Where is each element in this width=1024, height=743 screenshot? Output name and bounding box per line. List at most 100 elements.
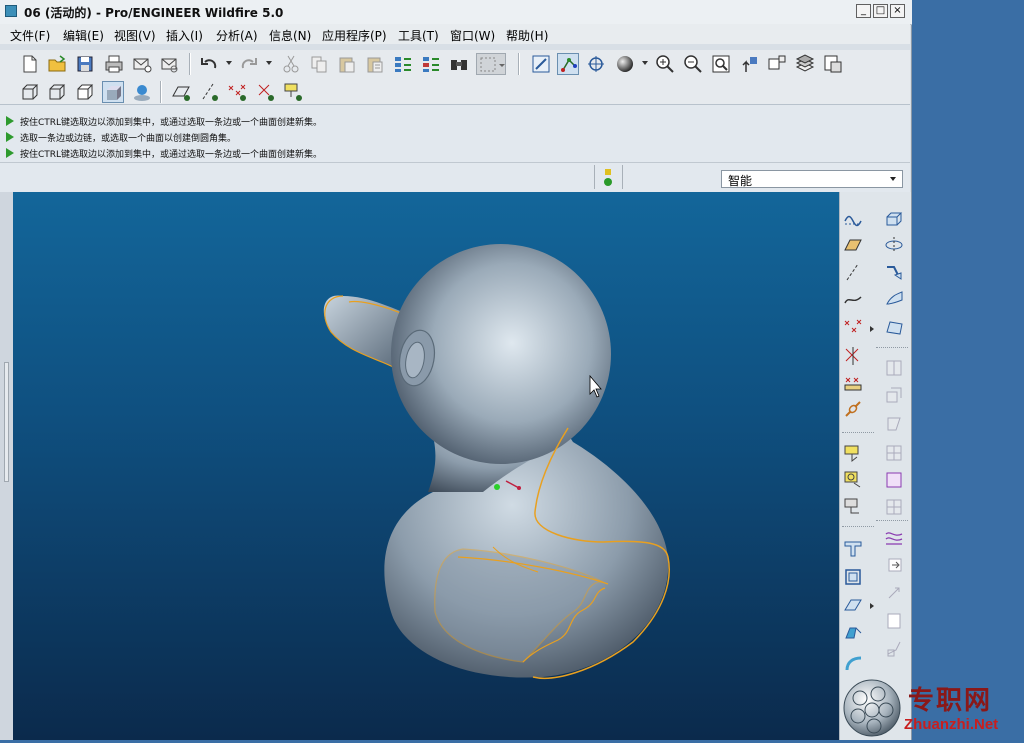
paste-icon[interactable] [336,53,358,75]
appearance-icon[interactable] [131,81,153,103]
repaint-icon[interactable] [530,53,552,75]
chamfer-tool-icon[interactable] [883,496,905,518]
selection-box-icon[interactable] [476,53,506,75]
menu-view[interactable]: 视图(V) [114,27,156,44]
menu-insert[interactable]: 插入(I) [166,27,203,44]
view-manager-icon[interactable] [822,53,844,75]
zoom-out-icon[interactable] [682,53,704,75]
regeneration-status-icon[interactable] [598,167,618,189]
draft-tool-icon[interactable] [883,442,905,464]
menu-analysis[interactable]: 分析(A) [216,27,258,44]
menu-applications[interactable]: 应用程序(P) [322,27,387,44]
shaded-display-icon[interactable] [102,81,124,103]
shading-dropdown-icon[interactable] [642,61,648,65]
menu-window[interactable]: 窗口(W) [450,27,495,44]
revolve-tool-icon[interactable] [883,234,905,256]
datum-plane-tool-icon[interactable] [842,234,864,256]
analysis-feature-icon[interactable] [842,372,864,394]
datum-point-tool-icon[interactable] [842,316,864,338]
swept-blend-tool-icon[interactable] [883,288,905,310]
merge-tool-icon[interactable] [842,538,864,560]
redo-dropdown-icon[interactable] [266,61,272,65]
shading-icon[interactable] [614,53,636,75]
round-tool-icon[interactable] [883,469,905,491]
menu-help[interactable]: 帮助(H) [506,27,548,44]
open-icon[interactable] [46,53,68,75]
extend-tool-icon[interactable] [842,622,864,644]
save-icon[interactable] [74,53,96,75]
datum-csys-tool-icon[interactable] [842,345,864,367]
style-tool-icon[interactable] [883,526,905,548]
sketch-tool-icon[interactable] [842,207,864,229]
thicken-tool-icon[interactable] [883,582,905,604]
layers-icon[interactable] [794,53,816,75]
datum-curve-tool-icon[interactable] [842,288,864,310]
next-arrow-icon[interactable] [883,554,905,576]
solidify-tool-icon[interactable] [883,610,905,632]
status-bar: 智能 [0,162,910,193]
orient-mode-icon[interactable] [585,53,607,75]
undo-dropdown-icon[interactable] [226,61,232,65]
print-icon[interactable] [103,53,125,75]
coordinate-systems-display-icon[interactable] [254,81,276,103]
redo-icon[interactable] [238,53,260,75]
send-mail-icon[interactable] [131,53,153,75]
send-link-icon[interactable] [159,53,181,75]
copy-geometry-icon[interactable] [842,469,864,491]
hole-tool-icon[interactable] [883,357,905,379]
shell-tool-icon[interactable] [883,384,905,406]
navigator-handle[interactable] [4,362,9,482]
extrude-tool-icon[interactable] [883,207,905,229]
status-separator [594,165,595,189]
paste-special-icon[interactable] [364,53,386,75]
duck-model[interactable] [13,192,839,740]
intersect-tool-icon[interactable] [842,594,864,616]
sweep-tool-icon[interactable] [883,261,905,283]
trim-tool-icon[interactable] [883,638,905,660]
menu-info[interactable]: 信息(N) [269,27,311,44]
regenerate-icon[interactable] [392,53,414,75]
datum-planes-display-icon[interactable] [170,81,192,103]
boundary-blend-tool-icon[interactable] [883,316,905,338]
cut-icon[interactable] [280,53,302,75]
annotation-display-icon[interactable] [282,81,304,103]
no-hidden-icon[interactable] [74,81,96,103]
selection-filter-dropdown[interactable]: 智能 [721,170,903,188]
offset-tool-icon[interactable] [842,566,864,588]
wireframe-icon[interactable] [19,81,41,103]
intersect-dropdown-icon[interactable] [870,603,874,609]
minimize-button[interactable]: _ [856,4,871,18]
new-icon[interactable] [18,53,40,75]
watermark-logo-icon [843,679,901,737]
reorient-icon[interactable] [738,53,760,75]
toolbar-separator [876,347,908,348]
hidden-line-icon[interactable] [46,81,68,103]
project-tool-icon[interactable] [842,652,864,674]
regeneration-manager-icon[interactable] [420,53,442,75]
spin-center-icon[interactable] [557,53,579,75]
datum-point-dropdown-icon[interactable] [870,326,874,332]
status-separator [622,165,623,189]
maximize-button[interactable]: □ [873,4,888,18]
refit-icon[interactable] [710,53,732,75]
menu-edit[interactable]: 编辑(E) [63,27,104,44]
copy-icon[interactable] [308,53,330,75]
datum-axis-tool-icon[interactable] [842,261,864,283]
annotation-feature-icon[interactable] [842,442,864,464]
saved-views-icon[interactable] [766,53,788,75]
menu-file[interactable]: 文件(F) [10,27,50,44]
rib-tool-icon[interactable] [883,412,905,434]
datum-points-display-icon[interactable] [226,81,248,103]
graphics-viewport[interactable] [13,192,839,740]
chain-link-icon[interactable] [842,399,864,421]
navigator-strip[interactable] [0,192,13,740]
find-icon[interactable] [448,53,470,75]
title-bar[interactable]: 06 (活动的) - Pro/ENGINEER Wildfire 5.0 _ □… [0,0,912,25]
publish-geometry-icon[interactable] [842,496,864,518]
menu-tools[interactable]: 工具(T) [398,27,439,44]
close-button[interactable]: × [890,4,905,18]
selection-filter-value: 智能 [728,174,753,188]
undo-icon[interactable] [198,53,220,75]
datum-axes-display-icon[interactable] [198,81,220,103]
zoom-in-icon[interactable] [654,53,676,75]
